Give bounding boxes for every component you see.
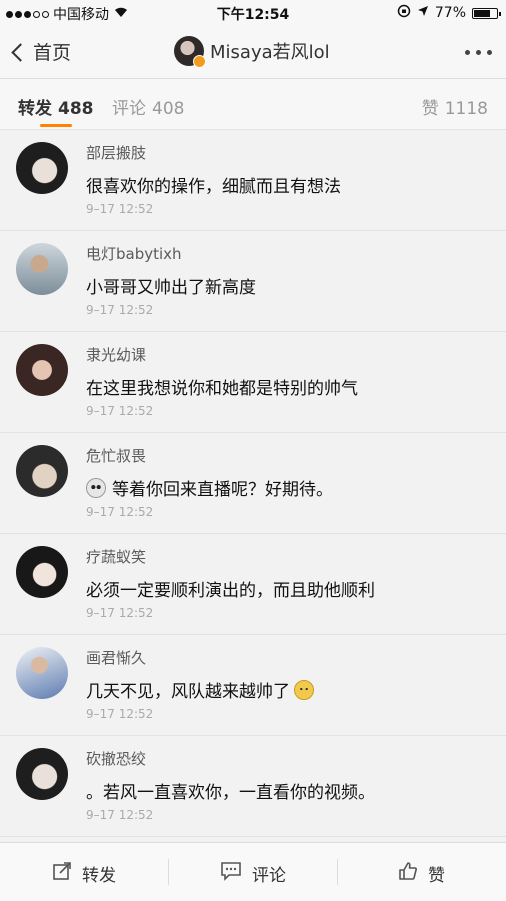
- share-icon: [52, 861, 72, 886]
- navigation-bar: 首页 Misaya若风lol: [0, 26, 506, 79]
- back-button[interactable]: 首页: [11, 38, 72, 65]
- tab-count: 408: [152, 99, 185, 119]
- tab-repost[interactable]: 转发 488: [18, 94, 94, 119]
- tab-count: 1118: [444, 99, 488, 119]
- avatar[interactable]: [16, 344, 68, 396]
- battery-icon: [472, 7, 501, 19]
- thumbs-up-icon: [398, 861, 418, 886]
- status-bar: 中国移动 下午12:54 77%: [0, 0, 506, 26]
- comment-text: 小哥哥又帅出了新高度: [86, 273, 256, 298]
- avatar[interactable]: [16, 445, 68, 497]
- user-name[interactable]: 电灯babytixh: [86, 243, 182, 264]
- comment-text: 等着你回来直播呢？好期待。: [86, 475, 333, 500]
- list-item[interactable]: 疗蔬蚁笑 必须一定要顺利演出的，而且助他顺利 9–17 12:52: [0, 534, 506, 635]
- comment-text-content: 很喜欢你的操作，细腻而且有想法: [86, 177, 341, 197]
- comment-text-content: 。若风一直喜欢你，一直看你的视频。: [86, 783, 375, 803]
- list-item[interactable]: 画君惭久 几天不见，风队越来越帅了 9–17 12:52: [0, 635, 506, 736]
- user-name[interactable]: 砍撤恐绞: [86, 748, 146, 769]
- avatar[interactable]: [16, 243, 68, 295]
- avatar[interactable]: [16, 142, 68, 194]
- comment-text-content: 在这里我想说你和她都是特别的帅气: [86, 379, 358, 399]
- verified-badge-icon: [193, 55, 206, 68]
- comment-text: 很喜欢你的操作，细腻而且有想法: [86, 172, 341, 197]
- list-item[interactable]: 危忙叔畏 等着你回来直播呢？好期待。 9–17 12:52: [0, 433, 506, 534]
- timestamp: 9–17 12:52: [86, 404, 154, 418]
- comment-list: 部层搬肢 很喜欢你的操作，细腻而且有想法 9–17 12:52 电灯babyti…: [0, 130, 506, 837]
- doge-emoji-icon: [294, 679, 314, 700]
- comment-button[interactable]: 评论: [220, 861, 286, 886]
- tab-label: 赞: [421, 99, 439, 119]
- comment-text: 必须一定要顺利演出的，而且助他顺利: [86, 576, 375, 601]
- user-name[interactable]: 疗蔬蚁笑: [86, 546, 146, 567]
- comment-text: 几天不见，风队越来越帅了: [86, 677, 314, 702]
- chevron-left-icon: [11, 42, 30, 62]
- user-name: Misaya若风lol: [210, 42, 330, 63]
- nav-title[interactable]: Misaya若风lol: [174, 36, 330, 68]
- user-name[interactable]: 部层搬肢: [86, 142, 146, 163]
- timestamp: 9–17 12:52: [86, 606, 154, 620]
- avatar[interactable]: [16, 647, 68, 699]
- list-item[interactable]: 部层搬肢 很喜欢你的操作，细腻而且有想法 9–17 12:52: [0, 130, 506, 231]
- comment-text-content: 等着你回来直播呢？好期待。: [112, 480, 333, 500]
- comment-label: 评论: [252, 866, 286, 886]
- tab-likes[interactable]: 赞 1118: [422, 94, 488, 119]
- repost-button[interactable]: 转发: [52, 861, 116, 886]
- comment-text: 在这里我想说你和她都是特别的帅气: [86, 374, 358, 399]
- panda-emoji-icon: [86, 477, 106, 498]
- timestamp: 9–17 12:52: [86, 808, 154, 822]
- list-item[interactable]: 电灯babytixh 小哥哥又帅出了新高度 9–17 12:52: [0, 231, 506, 332]
- avatar[interactable]: [16, 546, 68, 598]
- timestamp: 9–17 12:52: [86, 505, 154, 519]
- location-arrow-icon: [417, 5, 429, 21]
- user-name[interactable]: 画君惭久: [86, 647, 146, 668]
- more-options-icon[interactable]: [465, 50, 492, 55]
- like-button[interactable]: 赞: [398, 861, 445, 886]
- rotation-lock-icon: [397, 4, 411, 22]
- timestamp: 9–17 12:52: [86, 202, 154, 216]
- battery-percent: 77%: [434, 5, 466, 21]
- back-label: 首页: [33, 42, 72, 64]
- avatar[interactable]: [16, 748, 68, 800]
- avatar: [174, 36, 206, 68]
- timestamp: 9–17 12:52: [86, 303, 154, 317]
- timestamp: 9–17 12:52: [86, 707, 154, 721]
- like-label: 赞: [428, 866, 445, 886]
- tab-label: 转发: [18, 99, 52, 119]
- comment-text: 。若风一直喜欢你，一直看你的视频。: [86, 778, 375, 803]
- tab-comments[interactable]: 评论 408: [112, 94, 184, 119]
- list-item[interactable]: 砍撤恐绞 。若风一直喜欢你，一直看你的视频。 9–17 12:52: [0, 736, 506, 837]
- comment-text-content: 几天不见，风队越来越帅了: [86, 682, 290, 702]
- divider: [337, 859, 338, 885]
- comment-icon: [220, 861, 242, 886]
- user-name[interactable]: 隶光幼课: [86, 344, 146, 365]
- repost-label: 转发: [82, 866, 116, 886]
- active-tab-indicator: [40, 124, 72, 127]
- tab-count: 488: [58, 99, 94, 119]
- list-item[interactable]: 隶光幼课 在这里我想说你和她都是特别的帅气 9–17 12:52: [0, 332, 506, 433]
- comment-text-content: 必须一定要顺利演出的，而且助他顺利: [86, 581, 375, 601]
- divider: [168, 859, 169, 885]
- tab-bar: 转发 488 评论 408 赞 1118: [0, 79, 506, 130]
- tab-label: 评论: [112, 99, 146, 119]
- bottom-action-bar: 转发 评论 赞: [0, 842, 506, 901]
- user-name[interactable]: 危忙叔畏: [86, 445, 146, 466]
- comment-text-content: 小哥哥又帅出了新高度: [86, 278, 256, 298]
